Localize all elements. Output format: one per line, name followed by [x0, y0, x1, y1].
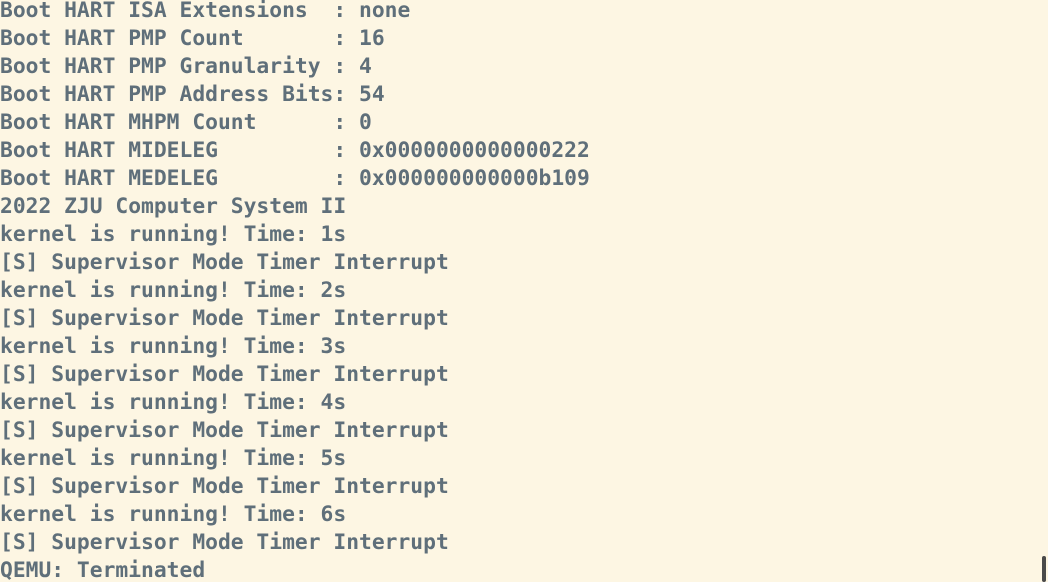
- terminal-line: [S] Supervisor Mode Timer Interrupt: [0, 474, 449, 499]
- terminal-window[interactable]: Boot HART ISA Extensions : none Boot HAR…: [0, 0, 1048, 582]
- terminal-line: Boot HART ISA Extensions : none: [0, 0, 411, 23]
- terminal-line: Boot HART PMP Count : 16: [0, 26, 385, 51]
- terminal-line: [S] Supervisor Mode Timer Interrupt: [0, 530, 449, 555]
- terminal-line: Boot HART MEDELEG : 0x000000000000b109: [0, 166, 590, 191]
- terminal-line: kernel is running! Time: 3s: [0, 334, 347, 359]
- terminal-line: [S] Supervisor Mode Timer Interrupt: [0, 250, 449, 275]
- terminal-line: Boot HART MHPM Count : 0: [0, 110, 372, 135]
- terminal-line: [S] Supervisor Mode Timer Interrupt: [0, 362, 449, 387]
- terminal-line: kernel is running! Time: 6s: [0, 502, 347, 527]
- terminal-line: Boot HART PMP Granularity : 4: [0, 54, 372, 79]
- terminal-line: kernel is running! Time: 5s: [0, 446, 347, 471]
- vertical-scrollbar[interactable]: [1040, 0, 1048, 582]
- scrollbar-thumb[interactable]: [1042, 556, 1046, 582]
- terminal-line: kernel is running! Time: 1s: [0, 222, 347, 247]
- terminal-line: 2022 ZJU Computer System II: [0, 194, 347, 219]
- terminal-line: QEMU: Terminated: [0, 558, 206, 582]
- terminal-line: [S] Supervisor Mode Timer Interrupt: [0, 306, 449, 331]
- terminal-output: Boot HART ISA Extensions : none Boot HAR…: [0, 0, 590, 582]
- terminal-line: Boot HART PMP Address Bits: 54: [0, 82, 385, 107]
- terminal-line: [S] Supervisor Mode Timer Interrupt: [0, 418, 449, 443]
- terminal-line: kernel is running! Time: 4s: [0, 390, 347, 415]
- terminal-line: kernel is running! Time: 2s: [0, 278, 347, 303]
- terminal-line: Boot HART MIDELEG : 0x0000000000000222: [0, 138, 590, 163]
